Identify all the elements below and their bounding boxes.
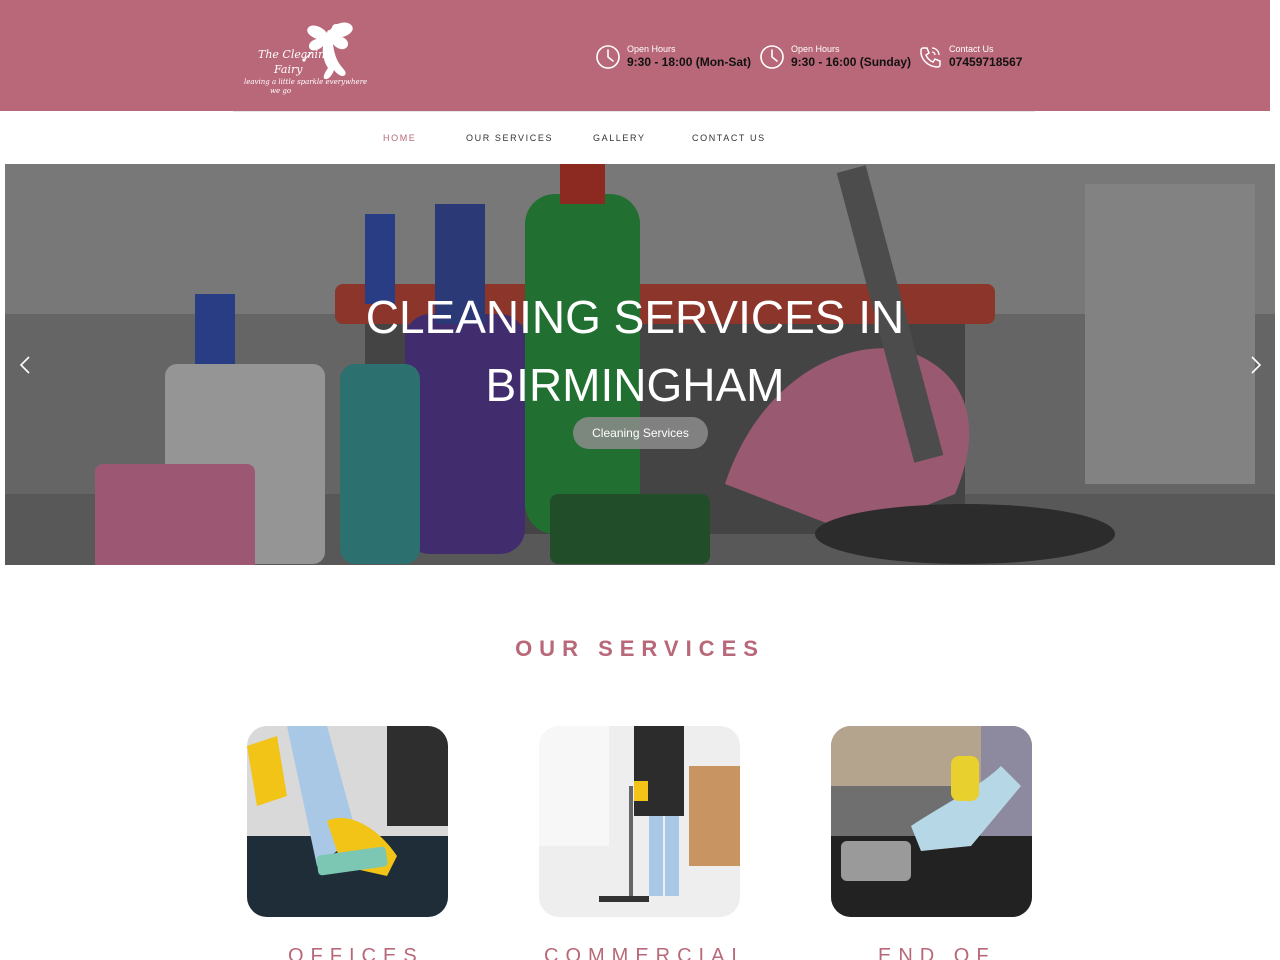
info-label: Open Hours (627, 44, 676, 54)
service-label-offices[interactable]: OFFICES (288, 945, 424, 960)
logo-line1: The Cleaning (258, 48, 333, 61)
info-value: 9:30 - 18:00 (Mon-Sat) (627, 55, 752, 69)
info-label: Open Hours (791, 44, 840, 54)
nav-item-our-services[interactable]: OUR SERVICES (466, 133, 553, 143)
logo-line2: Fairy (274, 63, 303, 76)
nav-item-contact-us[interactable]: CONTACT US (692, 133, 766, 143)
nav-item-gallery[interactable]: GALLERY (593, 133, 646, 143)
main-nav: HOME OUR SERVICES GALLERY CONTACT US (0, 111, 1280, 164)
service-image-offices[interactable] (247, 726, 448, 917)
chevron-right-icon[interactable] (1245, 355, 1265, 375)
hero-title-line2: BIRMINGHAM (485, 359, 785, 411)
nav-divider (233, 111, 1035, 112)
hero-title-line1: CLEANING SERVICES IN (365, 291, 905, 343)
service-label-commercial[interactable]: COMMERCIAL (544, 945, 750, 960)
logo-tagline1: leaving a little sparkle everywhere (244, 78, 368, 86)
clock-icon (760, 45, 784, 69)
hero-title: CLEANING SERVICES IN BIRMINGHAM (0, 283, 1270, 419)
cleaning-services-button[interactable]: Cleaning Services (573, 417, 708, 449)
nav-item-home[interactable]: HOME (383, 133, 416, 143)
header-bar: The Cleaning Fairy leaving a little spar… (0, 0, 1270, 111)
service-image-commercial[interactable] (539, 726, 740, 917)
services-heading: OUR SERVICES (515, 636, 765, 661)
service-label-end-of[interactable]: END OF (878, 945, 996, 960)
contact-us[interactable]: Contact Us 07459718567 (917, 44, 1022, 70)
open-hours-sunday: Open Hours 9:30 - 16:00 (Sunday) (759, 44, 911, 70)
phone-icon (920, 47, 941, 68)
chevron-left-icon[interactable] (16, 355, 36, 375)
info-value: 9:30 - 16:00 (Sunday) (791, 55, 912, 69)
service-image-end-of-tenancy[interactable] (831, 726, 1032, 917)
logo-tagline2: we go (270, 87, 292, 95)
open-hours-weekdays: Open Hours 9:30 - 18:00 (Mon-Sat) (595, 44, 751, 70)
phone-number[interactable]: 07459718567 (949, 55, 1022, 70)
logo[interactable]: The Cleaning Fairy leaving a little spar… (240, 18, 368, 98)
clock-icon (596, 45, 620, 69)
info-label: Contact Us (949, 44, 994, 54)
